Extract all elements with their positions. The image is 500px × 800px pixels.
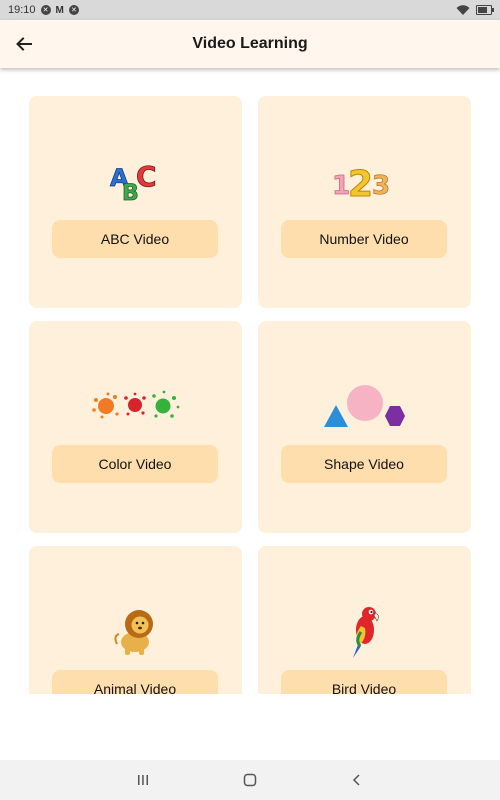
m-icon: M [55,4,64,16]
shape-video-button[interactable]: Shape Video [281,445,447,483]
video-category-grid: A B C ABC Video 1 2 3 Number Video Color… [0,68,500,694]
abc-video-button[interactable]: ABC Video [52,220,218,258]
lion-icon [113,610,153,655]
color-video-button[interactable]: Color Video [52,445,218,483]
system-back-button[interactable] [337,760,377,800]
art-container: A B C [29,156,242,206]
wifi-icon [456,4,470,15]
number-video-button[interactable]: Number Video [281,220,447,258]
svg-text:C: C [136,160,157,193]
recent-apps-button[interactable] [123,760,163,800]
card-number-video[interactable]: 1 2 3 Number Video [258,96,471,308]
numbers-123-icon: 1 2 3 [331,164,390,206]
back-icon [352,774,360,786]
card-animal-video[interactable]: Animal Video [29,546,242,694]
recent-apps-icon [138,775,149,785]
paint-splash-icon [91,390,179,419]
clock: 19:10 [8,4,36,16]
card-abc-video[interactable]: A B C ABC Video [29,96,242,308]
card-bird-video[interactable]: Bird Video [258,546,471,694]
art-container [29,606,242,656]
art-container [29,381,242,431]
back-button[interactable] [8,28,40,60]
parrot-icon [352,607,379,658]
card-color-video[interactable]: Color Video [29,321,242,533]
animal-video-button[interactable]: Animal Video [52,670,218,694]
arrow-left-icon [16,37,32,51]
battery-icon [476,5,494,15]
bird-video-button[interactable]: Bird Video [281,670,447,694]
home-button[interactable] [230,760,270,800]
shapes-icon [323,385,405,427]
status-left: 19:10 ✕ M ✕ [8,4,79,16]
system-nav-bar [0,760,500,800]
app-bar: Video Learning [0,20,500,68]
art-container: 1 2 3 [258,156,471,206]
notification-icon: ✕ [40,5,51,15]
art-container [258,381,471,431]
page-title: Video Learning [192,35,308,52]
home-icon [243,773,257,787]
notification-icon: ✕ [68,5,79,15]
status-bar: 19:10 ✕ M ✕ [0,0,500,20]
svg-text:3: 3 [372,171,390,201]
status-right [456,4,494,16]
card-shape-video[interactable]: Shape Video [258,321,471,533]
art-container [258,606,471,658]
svg-text:2: 2 [348,164,373,205]
abc-blocks-icon: A B C [109,160,157,206]
